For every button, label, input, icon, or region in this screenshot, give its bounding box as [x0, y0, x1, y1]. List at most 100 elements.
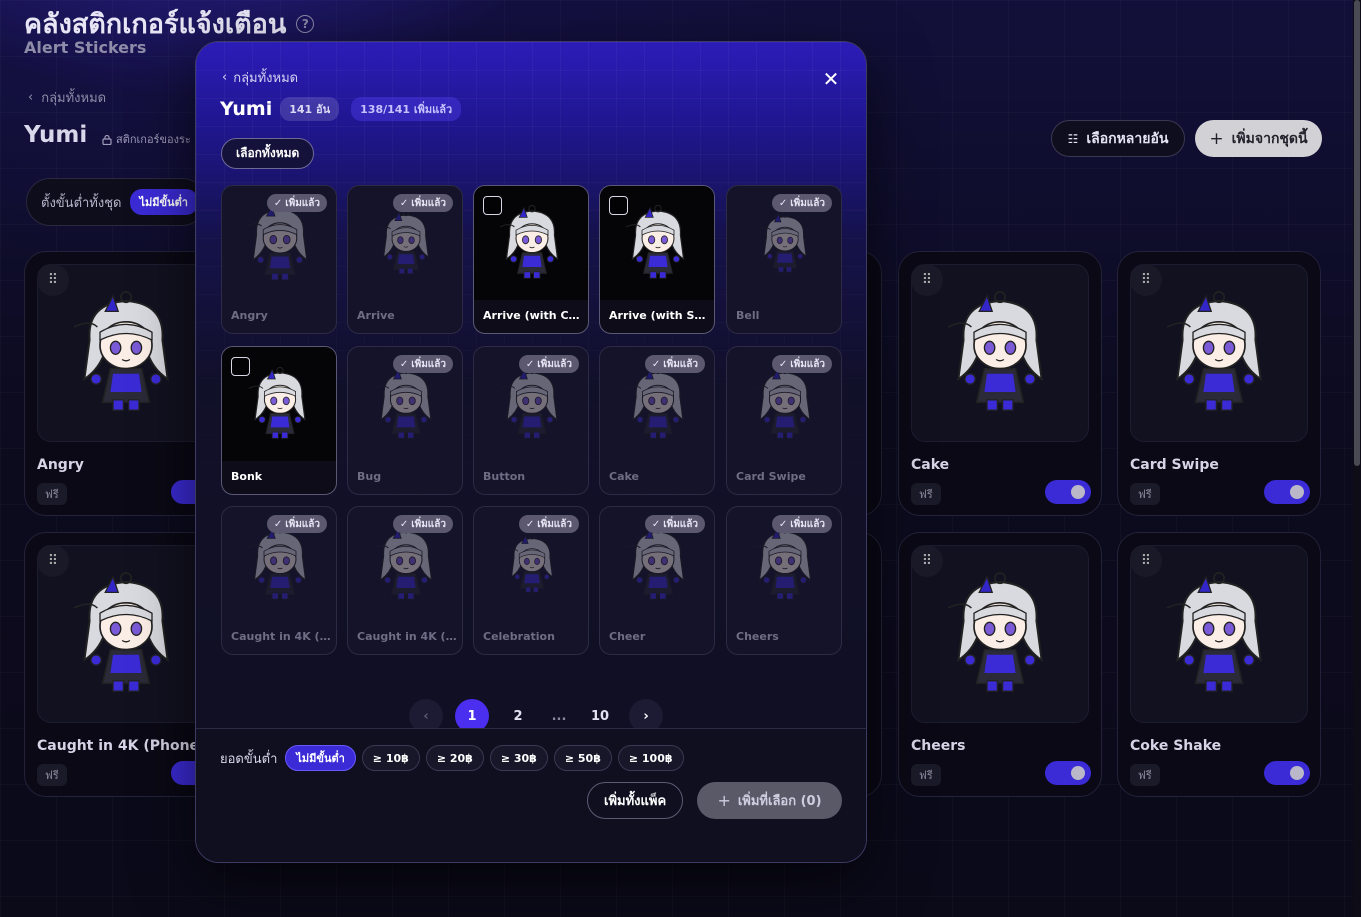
- added-tag-label: เพิ่มแล้ว: [285, 197, 320, 209]
- added-tag-label: เพิ่มแล้ว: [790, 518, 825, 530]
- add-from-set-button[interactable]: + เพิ่มจากชุดนี้: [1195, 120, 1322, 157]
- select-all-button[interactable]: เลือกทั้งหมด: [221, 138, 315, 169]
- drag-handle-icon[interactable]: ⠿: [1130, 264, 1162, 296]
- checklist-icon: ☷: [1067, 131, 1079, 146]
- enable-toggle[interactable]: [1045, 761, 1091, 785]
- added-tag: ✓ เพิ่มแล้ว: [644, 515, 705, 533]
- added-tag: ✓ เพิ่มแล้ว: [518, 515, 579, 533]
- added-tag-label: เพิ่มแล้ว: [411, 197, 446, 209]
- sticker-tile-label: Bug: [357, 470, 382, 483]
- added-tag-label: เพิ่มแล้ว: [790, 197, 825, 209]
- add-whole-pack-button[interactable]: เพิ่มทั้งแพ็ค: [587, 782, 684, 819]
- min-option-chip[interactable]: ≥ 50฿: [553, 745, 612, 771]
- minimum-amount-filter: ยอดขั้นต่ำ ไม่มีขั้นต่ำ ≥ 10฿ ≥ 20฿ ≥ 30…: [220, 745, 684, 771]
- min-option-chip[interactable]: ≥ 30฿: [489, 745, 548, 771]
- enable-toggle[interactable]: [1264, 761, 1310, 785]
- sticker-card: ⠿ Cake ฟรี: [898, 251, 1102, 516]
- sticker-tile[interactable]: Arrive (with Sp...: [599, 185, 715, 334]
- added-tag: ✓ เพิ่มแล้ว: [392, 515, 453, 533]
- sticker-tile[interactable]: ✓ เพิ่มแล้ว Cheers: [726, 506, 842, 655]
- added-tag: ✓ เพิ่มแล้ว: [771, 355, 832, 373]
- enable-toggle[interactable]: [1045, 480, 1091, 504]
- sticker-tile-label: Card Swipe: [736, 470, 806, 483]
- add-selected-label: เพิ่มที่เลือก (0): [737, 794, 822, 809]
- add-selected-button[interactable]: + เพิ่มที่เลือก (0): [697, 782, 842, 819]
- sticker-tile[interactable]: ✓ เพิ่มแล้ว Bug: [347, 346, 463, 495]
- min-option-chip[interactable]: ≥ 10฿: [361, 745, 420, 771]
- sticker-checkbox[interactable]: [483, 196, 502, 215]
- sticker-tile[interactable]: Arrive (with Ch...: [473, 185, 589, 334]
- lock-note: สติกเกอร์ของระ: [102, 130, 196, 148]
- plus-icon: +: [1209, 128, 1224, 149]
- page-subtitle: Alert Stickers: [24, 38, 147, 57]
- sticker-tile[interactable]: ✓ เพิ่มแล้ว Card Swipe: [726, 346, 842, 495]
- sticker-card-name: Angry: [37, 457, 84, 473]
- sticker-tile[interactable]: ✓ เพิ่มแล้ว Caught in 4K (...: [221, 506, 337, 655]
- sticker-tile[interactable]: ✓ เพิ่มแล้ว Arrive: [347, 185, 463, 334]
- added-tag-label: เพิ่มแล้ว: [285, 518, 320, 530]
- sticker-tile[interactable]: ✓ เพิ่มแล้ว Cake: [599, 346, 715, 495]
- modal-group-name: Yumi: [220, 98, 273, 120]
- added-tag-label: เพิ่มแล้ว: [663, 358, 698, 370]
- sticker-tile[interactable]: Bonk: [221, 346, 337, 495]
- sticker-tile[interactable]: ✓ เพิ่มแล้ว Bell: [726, 185, 842, 334]
- sticker-tile-label: Arrive (with Sp...: [609, 309, 709, 322]
- sticker-card: ⠿ Card Swipe ฟรี: [1117, 251, 1321, 516]
- price-badge: ฟรี: [1130, 483, 1160, 505]
- sticker-card-name: Card Swipe: [1130, 457, 1219, 473]
- sticker-tile[interactable]: ✓ เพิ่มแล้ว Cheer: [599, 506, 715, 655]
- drag-handle-icon[interactable]: ⠿: [911, 545, 943, 577]
- sticker-tile-label: Celebration: [483, 630, 555, 643]
- sticker-card-name: Cheers: [911, 738, 966, 754]
- sticker-card-name: Caught in 4K (Phone): [37, 738, 206, 754]
- back-link-label: กลุ่มทั้งหมด: [41, 91, 107, 106]
- check-icon: ✓: [778, 358, 788, 370]
- drag-handle-icon[interactable]: ⠿: [911, 264, 943, 296]
- lock-icon: [102, 134, 112, 145]
- added-tag: ✓ เพิ่มแล้ว: [266, 194, 327, 212]
- set-minimum-value[interactable]: ไม่มีขั้นต่ำ: [129, 189, 198, 215]
- drag-handle-icon[interactable]: ⠿: [37, 545, 69, 577]
- select-multiple-button[interactable]: ☷ เลือกหลายอัน: [1051, 120, 1185, 157]
- added-tag-label: เพิ่มแล้ว: [411, 518, 446, 530]
- sticker-tile-label: Button: [483, 470, 526, 483]
- sticker-tile[interactable]: ✓ เพิ่มแล้ว Celebration: [473, 506, 589, 655]
- chevron-left-icon: ‹: [28, 90, 34, 105]
- drag-handle-icon[interactable]: ⠿: [37, 264, 69, 296]
- check-icon: ✓: [778, 518, 788, 530]
- page-scrollbar[interactable]: [1353, 0, 1361, 917]
- check-icon: ✓: [273, 197, 283, 209]
- modal-back-label: กลุ่มทั้งหมด: [233, 71, 299, 86]
- drag-handle-icon[interactable]: ⠿: [1130, 545, 1162, 577]
- back-link[interactable]: ‹ กลุ่มทั้งหมด: [28, 87, 106, 108]
- added-tag-label: เพิ่มแล้ว: [411, 358, 446, 370]
- modal-back-link[interactable]: ‹ กลุ่มทั้งหมด: [222, 67, 298, 88]
- plus-icon: +: [717, 791, 731, 810]
- min-option-chip[interactable]: ไม่มีขั้นต่ำ: [285, 745, 356, 771]
- sticker-card-name: Coke Shake: [1130, 738, 1222, 754]
- min-option-chip[interactable]: ≥ 100฿: [617, 745, 684, 771]
- added-tag-label: เพิ่มแล้ว: [537, 358, 572, 370]
- sticker-tile[interactable]: ✓ เพิ่มแล้ว Caught in 4K (...: [347, 506, 463, 655]
- modal-footer: ยอดขั้นต่ำ ไม่มีขั้นต่ำ ≥ 10฿ ≥ 20฿ ≥ 30…: [196, 728, 866, 862]
- help-icon[interactable]: ?: [296, 14, 315, 33]
- scrollbar-thumb[interactable]: [1354, 0, 1360, 466]
- lock-note-label: สติกเกอร์ของระ: [116, 133, 191, 146]
- sticker-checkbox[interactable]: [609, 196, 628, 215]
- sticker-tile-label: Caught in 4K (...: [357, 630, 457, 643]
- check-icon: ✓: [399, 197, 409, 209]
- sticker-checkbox[interactable]: [231, 357, 250, 376]
- check-icon: ✓: [651, 358, 661, 370]
- sticker-tile[interactable]: ✓ เพิ่มแล้ว Button: [473, 346, 589, 495]
- price-badge: ฟรี: [37, 483, 67, 505]
- min-option-chip[interactable]: ≥ 20฿: [425, 745, 484, 771]
- added-tag: ✓ เพิ่มแล้ว: [392, 355, 453, 373]
- sticker-tile[interactable]: ✓ เพิ่มแล้ว Angry: [221, 185, 337, 334]
- enable-toggle[interactable]: [1264, 480, 1310, 504]
- close-icon[interactable]: ✕: [820, 67, 842, 91]
- sticker-tile-label: Angry: [231, 309, 268, 322]
- sticker-picker-modal: ‹ กลุ่มทั้งหมด ✕ Yumi 141 อัน 138/141 เพ…: [195, 41, 867, 863]
- count-badge: 141 อัน: [280, 97, 340, 121]
- chevron-left-icon: ‹: [222, 70, 228, 85]
- added-tag: ✓ เพิ่มแล้ว: [644, 355, 705, 373]
